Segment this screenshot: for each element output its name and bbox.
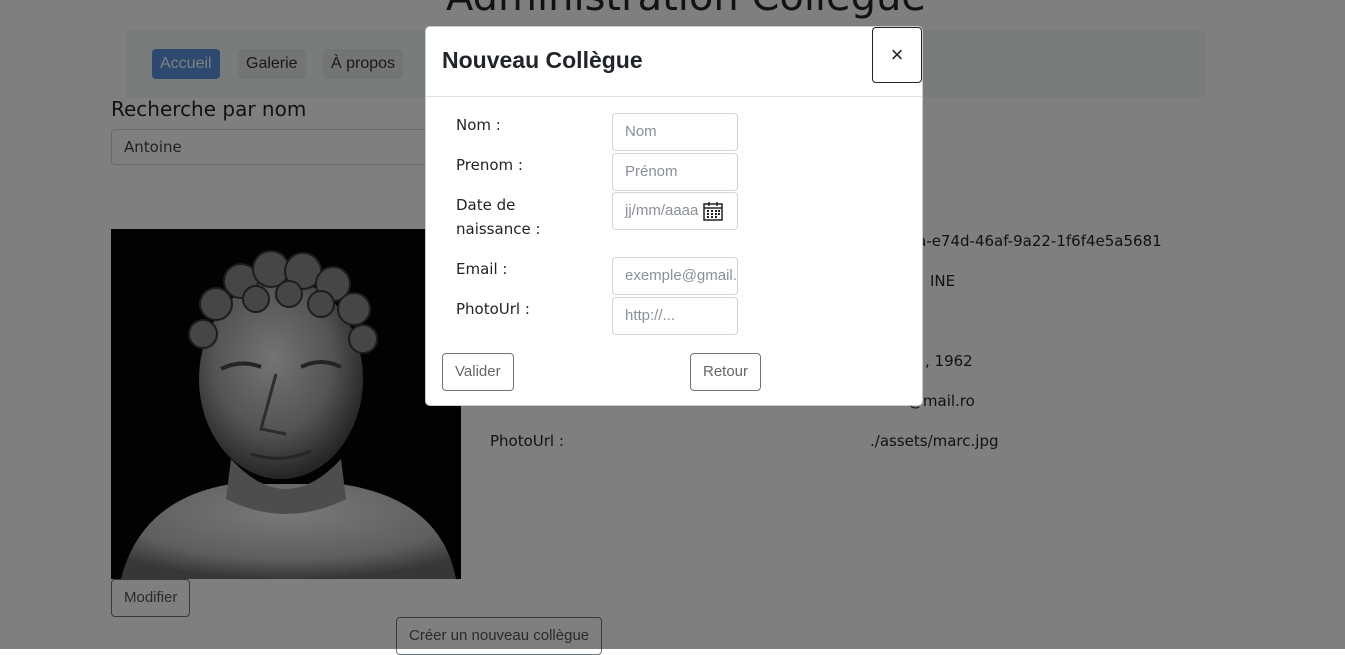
photo-url-label: PhotoUrl : <box>456 300 530 318</box>
birthdate-input[interactable]: jj/mm/aaaa <box>612 192 738 230</box>
new-colleague-modal: Nouveau Collègue × Nom : Nom Prenom : Pr… <box>425 26 923 406</box>
modal-header: Nouveau Collègue × <box>426 27 922 97</box>
prenom-label: Prenom : <box>456 156 523 174</box>
photo-url-input[interactable]: http://... <box>612 297 738 335</box>
email-label: Email : <box>456 260 508 278</box>
validate-button[interactable]: Valider <box>442 353 514 391</box>
prenom-input[interactable]: Prénom <box>612 153 738 191</box>
calendar-icon[interactable] <box>703 201 723 221</box>
birthdate-placeholder: jj/mm/aaaa <box>625 202 699 219</box>
close-button[interactable]: × <box>872 27 922 83</box>
nom-input[interactable]: Nom <box>612 113 738 151</box>
birthdate-label: Date de naissance : <box>456 196 541 238</box>
email-input[interactable]: exemple@gmail.com <box>612 257 738 295</box>
close-icon: × <box>890 42 904 67</box>
modal-title: Nouveau Collègue <box>442 47 643 73</box>
nom-label: Nom : <box>456 116 501 134</box>
back-button[interactable]: Retour <box>690 353 762 391</box>
